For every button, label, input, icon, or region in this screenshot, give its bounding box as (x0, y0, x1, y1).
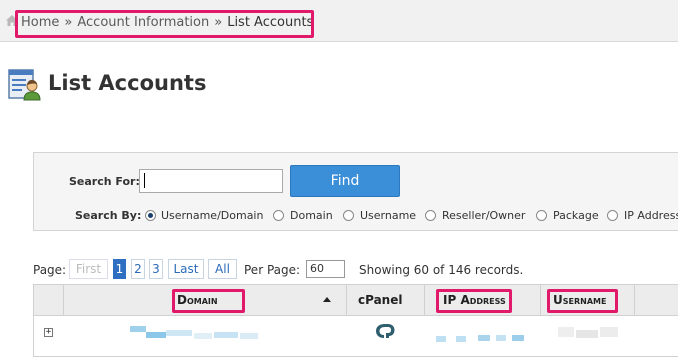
record-count: Showing 60 of 146 records. (359, 263, 524, 277)
per-page-label: Per Page: (244, 263, 301, 277)
page-title: List Accounts (48, 71, 207, 95)
radio-domain[interactable] (273, 210, 284, 221)
column-header-ip-address[interactable]: IP Address (443, 293, 506, 307)
home-icon[interactable] (5, 14, 19, 27)
radio-label-username[interactable]: Username (360, 209, 416, 222)
column-header-cpanel[interactable]: cPanel (358, 293, 402, 307)
per-page-input[interactable]: 60 (306, 260, 345, 278)
radio-reseller-owner[interactable] (425, 210, 436, 221)
list-accounts-icon (8, 69, 41, 101)
text-cursor (144, 173, 145, 188)
breadcrumb: Home » Account Information » List Accounts (21, 15, 313, 30)
radio-username[interactable] (343, 210, 354, 221)
page-all-button[interactable]: All (208, 259, 237, 279)
radio-label-reseller-owner[interactable]: Reseller/Owner (442, 209, 525, 222)
sort-ascending-icon[interactable] (323, 297, 331, 302)
column-header-domain[interactable]: Domain (177, 293, 218, 307)
search-input[interactable] (139, 169, 283, 193)
column-header-username[interactable]: Username (553, 293, 606, 307)
page-first-button[interactable]: First (69, 259, 108, 279)
page-2-button[interactable]: 2 (131, 259, 145, 279)
radio-label-username-domain[interactable]: Username/Domain (161, 209, 263, 222)
page-3-button[interactable]: 3 (149, 259, 163, 279)
radio-package[interactable] (536, 210, 547, 221)
radio-label-package[interactable]: Package (553, 209, 599, 222)
search-for-label: Search For: (69, 175, 140, 188)
breadcrumb-separator: » (214, 15, 223, 30)
breadcrumb-account-information-link[interactable]: Account Information (77, 15, 209, 30)
radio-ip-address[interactable] (607, 210, 618, 221)
page-last-button[interactable]: Last (168, 259, 204, 279)
breadcrumb-current: List Accounts (227, 15, 314, 30)
radio-label-ip-address[interactable]: IP Address (624, 209, 678, 222)
find-button[interactable]: Find (290, 165, 400, 197)
breadcrumb-separator: » (64, 15, 73, 30)
search-by-label: Search By: (75, 209, 142, 222)
breadcrumb-home-link[interactable]: Home (21, 15, 59, 30)
pagination-label: Page: (33, 263, 67, 277)
expand-icon[interactable]: + (44, 328, 53, 337)
radio-username-domain[interactable] (145, 210, 156, 221)
radio-label-domain[interactable]: Domain (290, 209, 333, 222)
page-1-button[interactable]: 1 (113, 259, 126, 279)
cpanel-icon[interactable] (374, 322, 396, 340)
